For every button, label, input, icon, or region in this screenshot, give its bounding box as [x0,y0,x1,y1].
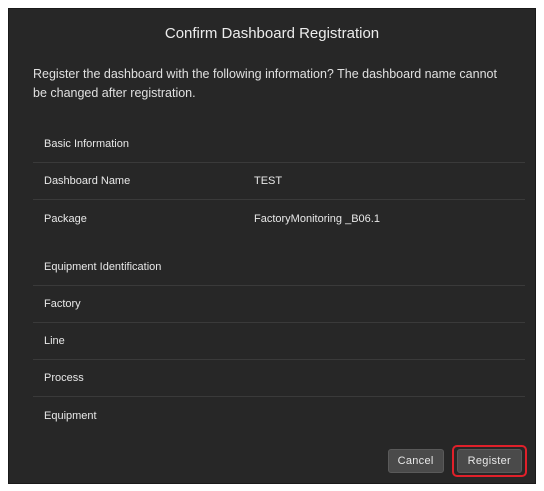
table-row: Equipment [33,397,525,434]
row-label: Line [44,335,65,347]
row-label: Package [44,212,87,225]
row-value: TEST [254,175,283,187]
dialog-footer: Cancel Register [387,445,527,477]
register-button[interactable]: Register [456,449,522,473]
row-label: Factory [44,298,81,310]
table-row: Dashboard Name TEST [33,163,525,200]
section-heading-basic: Basic Information [33,126,525,163]
cancel-button[interactable]: Cancel [387,449,444,473]
row-label: Process [44,372,84,384]
info-table: Basic Information Dashboard Name TEST Pa… [33,126,525,434]
row-label: Dashboard Name [44,175,131,187]
section-heading-label: Equipment Identification [44,261,162,273]
row-label: Equipment [44,409,97,422]
section-heading-equipment: Equipment Identification [33,249,525,286]
dialog-title: Confirm Dashboard Registration [164,25,380,42]
table-row: Process [33,360,525,397]
table-row: Factory [33,286,525,323]
table-row: Line [33,323,525,360]
confirm-dialog: Confirm Dashboard Registration Register … [8,8,536,484]
register-highlight: Register [451,445,527,477]
dialog-message: Register the dashboard with the followin… [33,67,497,100]
row-value: FactoryMonitoring _B06.1 [254,212,380,225]
section-heading-label: Basic Information [44,138,129,150]
table-row: Package FactoryMonitoring _B06.1 [33,200,525,237]
